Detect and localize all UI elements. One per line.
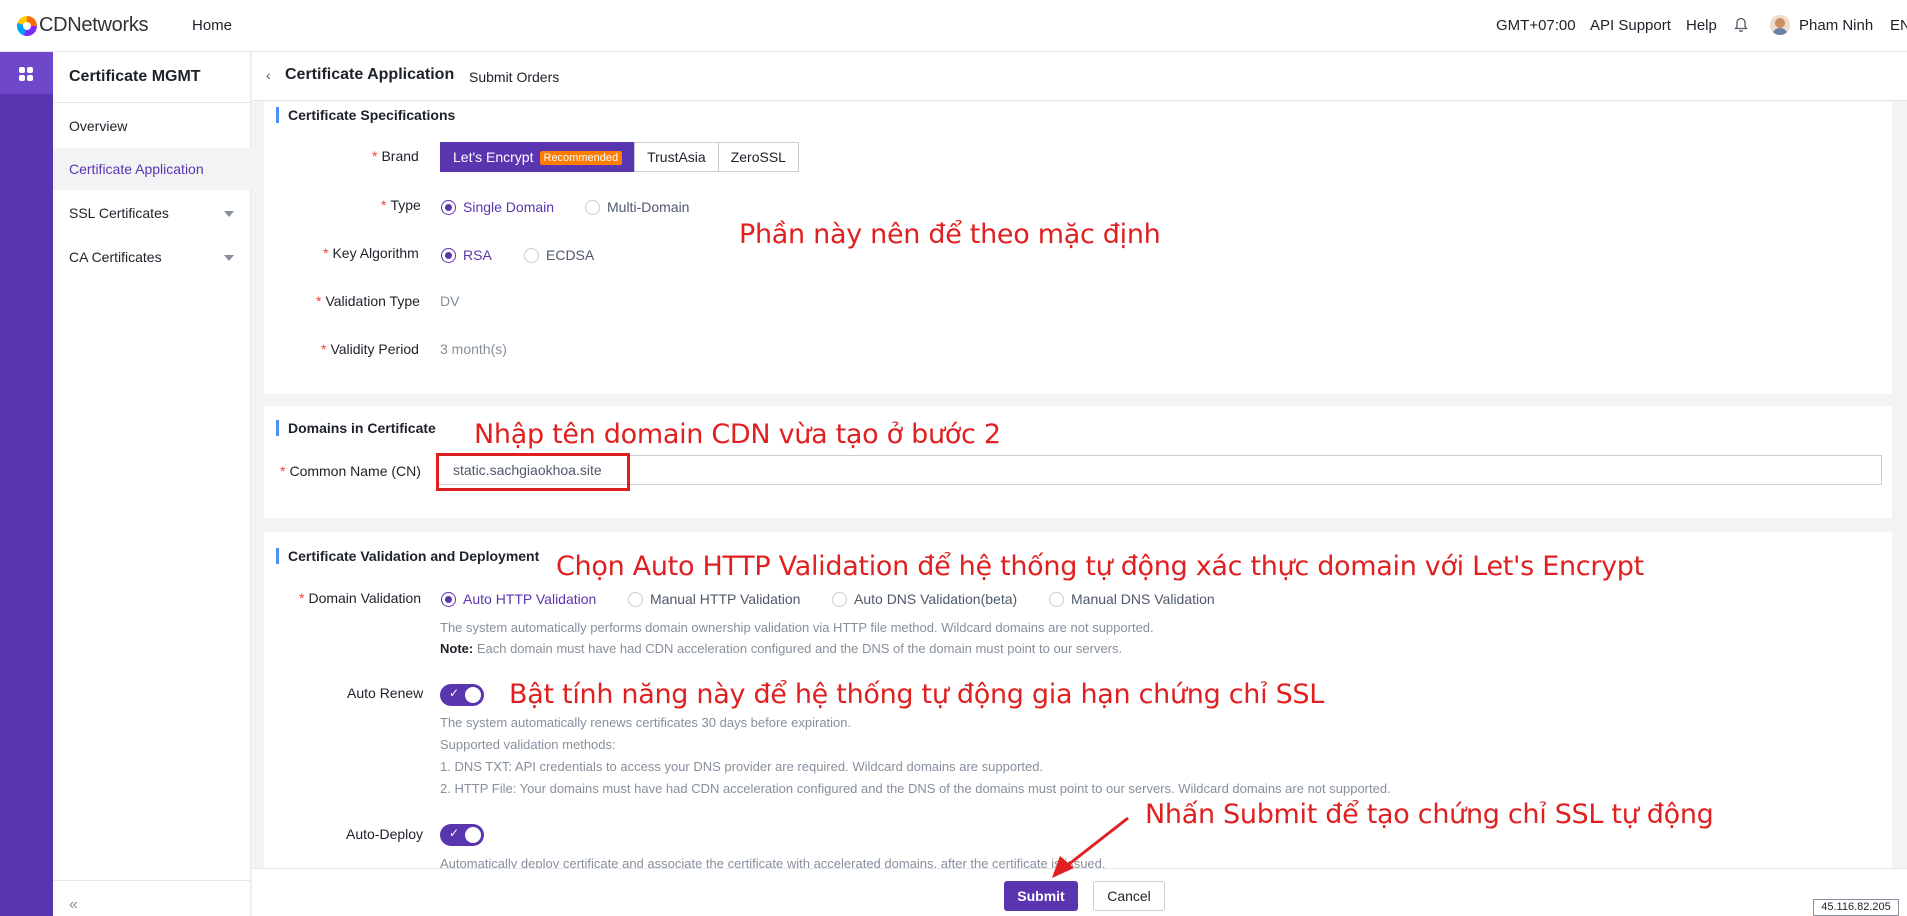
sidebar-item-label: Certificate Application [69,161,204,177]
cancel-button[interactable]: Cancel [1093,881,1165,911]
user-name[interactable]: Pham Ninh [1799,17,1873,34]
section-title: Certificate Validation and Deployment [276,548,539,564]
sidebar-item-label: Overview [69,118,128,134]
annotation-submit: Nhấn Submit để tạo chứng chỉ SSL tự động [1145,799,1714,830]
key-algorithm-label: * Key Algorithm [323,245,419,261]
breadcrumb-submit-orders: Submit Orders [469,69,560,85]
validation-radio-auto-dns[interactable]: Auto DNS Validation(beta) [832,591,1017,607]
annotation-enter-domain: Nhập tên domain CDN vừa tạo ở bước 2 [474,419,1001,450]
key-radio-rsa[interactable]: RSA [441,247,492,263]
renew-hint-1: The system automatically renews certific… [440,715,852,730]
validation-hint: The system automatically performs domain… [440,620,1154,635]
sidebar-title: Certificate MGMT [69,68,201,85]
brand-option-zerossl[interactable]: ZeroSSL [717,142,799,172]
page-header: ‹ Certificate Application Submit Orders [252,52,1907,101]
sidebar-bottom-divider [53,880,251,881]
back-arrow-icon[interactable]: ‹ [266,67,271,83]
logo-icon [17,15,37,36]
renew-hint-2: Supported validation methods: [440,737,616,752]
brand-selector: Let's Encrypt Recommended TrustAsia ZeroS… [440,142,799,172]
apps-grid-icon [19,67,33,81]
submit-button[interactable]: Submit [1004,881,1078,911]
key-radio-ecdsa[interactable]: ECDSA [524,247,594,263]
sidebar-item-label: SSL Certificates [69,205,169,221]
validation-type-label: * Validation Type [316,293,420,309]
auto-renew-toggle[interactable]: ✓ [440,684,484,706]
renew-hint-4: 2. HTTP File: Your domains must have had… [440,781,1391,796]
validation-type-value: DV [440,293,460,309]
logo-text: CDNetworks [39,14,149,36]
annotation-highlight-box [436,453,630,491]
nav-home-link[interactable]: Home [192,17,232,34]
annotation-auto-http: Chọn Auto HTTP Validation để hệ thống tự… [556,551,1644,582]
sidebar-item-overview[interactable]: Overview [53,105,251,147]
type-label: * Type [381,197,421,213]
caret-down-icon [224,211,234,217]
caret-down-icon [224,255,234,261]
rail-item-apps[interactable] [0,52,53,94]
validation-radio-manual-dns[interactable]: Manual DNS Validation [1049,591,1215,607]
cdnetworks-logo[interactable]: CDNetworks [17,14,149,37]
language-selector[interactable]: EN [1890,17,1907,34]
sidebar-item-ca-certificates[interactable]: CA Certificates [53,236,251,278]
sidebar-divider [53,102,251,103]
product-rail [0,52,53,916]
brand-option-trustasia[interactable]: TrustAsia [634,142,719,172]
check-icon: ✓ [449,686,460,700]
collapse-sidebar-icon[interactable]: « [69,896,78,914]
sidebar-item-certificate-application[interactable]: Certificate Application [53,148,251,190]
annotation-auto-renew: Bật tính năng này để hệ thống tự động gi… [509,679,1324,710]
validity-period-value: 3 month(s) [440,341,507,357]
common-name-label: * Common Name (CN) [280,463,421,479]
brand-label: * Brand [372,148,419,164]
auto-renew-label: Auto Renew [347,685,424,701]
page-title: Certificate Application [285,66,455,83]
brand-option-lets-encrypt[interactable]: Let's Encrypt Recommended [440,142,636,172]
section-title: Domains in Certificate [276,420,436,436]
help-link[interactable]: Help [1686,17,1717,34]
type-radio-multi-domain[interactable]: Multi-Domain [585,199,689,215]
annotation-defaults: Phần này nên để theo mặc định [739,219,1161,250]
sidebar: Certificate MGMT Overview Certificate Ap… [53,52,251,916]
check-icon: ✓ [449,826,460,840]
ip-address-badge: 45.116.82.205 [1813,899,1899,916]
recommended-badge: Recommended [539,151,623,165]
timezone-selector[interactable]: GMT+07:00 [1496,17,1576,34]
renew-hint-3: 1. DNS TXT: API credentials to access yo… [440,759,1044,774]
validation-radio-manual-http[interactable]: Manual HTTP Validation [628,591,800,607]
auto-deploy-toggle[interactable]: ✓ [440,824,484,846]
sidebar-item-ssl-certificates[interactable]: SSL Certificates [53,192,251,234]
validation-note: Note: Each domain must have had CDN acce… [440,641,1123,656]
top-navbar: CDNetworks Home GMT+07:00 API Support He… [0,0,1907,52]
auto-deploy-label: Auto-Deploy [346,826,424,842]
type-radio-single-domain[interactable]: Single Domain [441,199,554,215]
domain-validation-label: * Domain Validation [299,590,422,606]
validity-period-label: * Validity Period [321,341,419,357]
api-support-link[interactable]: API Support [1590,17,1671,34]
validation-radio-auto-http[interactable]: Auto HTTP Validation [441,591,596,607]
annotation-arrow-icon [1052,816,1129,878]
user-avatar[interactable] [1770,15,1790,35]
common-name-input[interactable]: static.sachgiaokhoa.site [438,455,1882,485]
section-title: Certificate Specifications [276,107,455,123]
sidebar-item-label: CA Certificates [69,249,162,265]
bell-icon[interactable] [1734,17,1748,33]
